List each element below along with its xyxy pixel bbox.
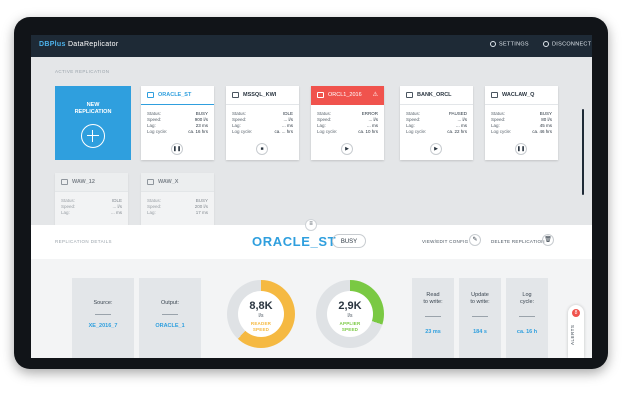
new-replication-label: NEW REPLICATION [74,102,112,115]
metric-tile: Read to write: 23 ms [412,278,454,358]
reader-speed-gauge: 8,8K l/s READER SPEED [227,280,295,348]
play-button[interactable]: ▶ [430,143,442,155]
card-name: ORCL1_2016 [328,92,362,98]
active-replication-panel: ACTIVE REPLICATION NEW REPLICATION ORACLE… [31,57,592,225]
database-icon [232,92,239,98]
app-screen: DBPlus DataReplicator SETTINGS DISCONNEC… [31,35,592,358]
gear-icon [490,41,496,47]
database-icon [491,92,498,98]
status-badge: BUSY [332,234,366,248]
source-value: XE_2016_7 [88,323,118,329]
output-value: ORACLE_1 [155,323,185,329]
power-icon [543,41,549,47]
metric-value: 184 s [473,329,487,335]
plus-icon [81,124,105,148]
details-section-label: REPLICATION DETAILS [55,239,112,244]
vertical-scrollbar[interactable] [582,109,584,195]
reader-speed-caption: READER SPEED [250,321,272,332]
disconnect-button[interactable]: DISCONNECT [543,41,591,47]
alerts-count-badge: 8 [572,309,580,317]
replication-card[interactable]: ORCL1_2016 ⚠ Status: ERROR Speed:... l/s L… [311,86,384,160]
database-icon [406,92,413,98]
play-button[interactable]: ▶ [341,143,353,155]
applier-speed-caption: APPLIER SPEED [339,321,361,332]
delete-replication-label: DELETE REPLICATION [491,239,545,244]
metric-value: 23 ms [425,329,441,335]
replication-card[interactable]: WACLAW_Q Status: BUSY Speed: 80 l/s Lag: 45… [485,86,558,160]
database-icon [147,92,154,98]
view-edit-config-label: VIEW/EDIT CONFIG [422,239,469,244]
applier-speed-value: 2,9K [338,300,362,312]
replication-card[interactable]: BANK_ORCL Status: PAUSED Speed:... l/s La… [400,86,473,160]
section-title: ACTIVE REPLICATION [55,69,110,74]
warning-icon: ⚠ [372,92,378,98]
replication-card[interactable]: WAW_12 Status: IDLE Speed:... l/s Lag:...… [55,173,128,225]
metric-label: Update to write: [470,292,490,305]
pause-button[interactable]: ❚❚ [515,143,527,155]
source-tile: Source: XE_2016_7 [72,278,134,358]
database-icon [317,92,324,98]
database-icon [61,179,68,185]
delete-replication-button[interactable]: 🗑 [542,234,554,246]
replication-card[interactable]: WAW_X Status: BUSY Speed: 200 l/s Lag: 17 m… [141,173,214,225]
alerts-label: ALERTS [570,324,575,345]
database-icon [147,179,154,185]
card-name: BANK_ORCL [417,92,452,98]
card-name: WACLAW_Q [502,92,535,98]
stop-button[interactable]: ■ [256,143,268,155]
output-label: Output: [160,300,180,306]
alerts-tab[interactable]: 8 ALERTS [568,305,584,358]
output-tile: Output: ORACLE_1 [139,278,201,358]
metric-tile: Log cycle: ca. 16 h [506,278,548,358]
settings-button[interactable]: SETTINGS [490,41,529,47]
metric-label: Log cycle: [519,292,535,305]
app-title: DBPlus DataReplicator [39,41,119,48]
details-body: Source: XE_2016_7 Output: ORACLE_1 8,8K … [31,259,592,358]
replication-card[interactable]: ORACLE_ST Status: BUSY Speed: 900 l/s Lag:… [141,86,214,160]
reader-speed-value: 8,8K [249,300,273,312]
wrench-icon: ✎ [472,237,478,243]
details-replication-name: ORACLE_ST [252,234,337,249]
new-replication-card[interactable]: NEW REPLICATION [55,86,131,160]
metric-value: ca. 16 h [516,329,538,335]
top-bar: DBPlus DataReplicator SETTINGS DISCONNEC… [31,35,592,57]
card-name: MSSQL_KWI [243,92,277,98]
metric-label: Read to write: [423,292,443,305]
card-name: ORACLE_ST [158,92,192,98]
metric-tile: Update to write: 184 s [459,278,501,358]
view-edit-config-button[interactable]: ✎ [469,234,481,246]
pause-button[interactable]: ❚❚ [171,143,183,155]
card-name: WAW_12 [72,179,95,185]
card-name: WAW_X [158,179,179,185]
trash-icon: 🗑 [544,237,552,243]
applier-speed-gauge: 2,9K l/s APPLIER SPEED [316,280,384,348]
panel-resize-handle[interactable]: ≡ [305,219,317,231]
source-label: Source: [93,300,113,306]
replication-card[interactable]: MSSQL_KWI Status: IDLE Speed:... l/s Lag:… [226,86,299,160]
